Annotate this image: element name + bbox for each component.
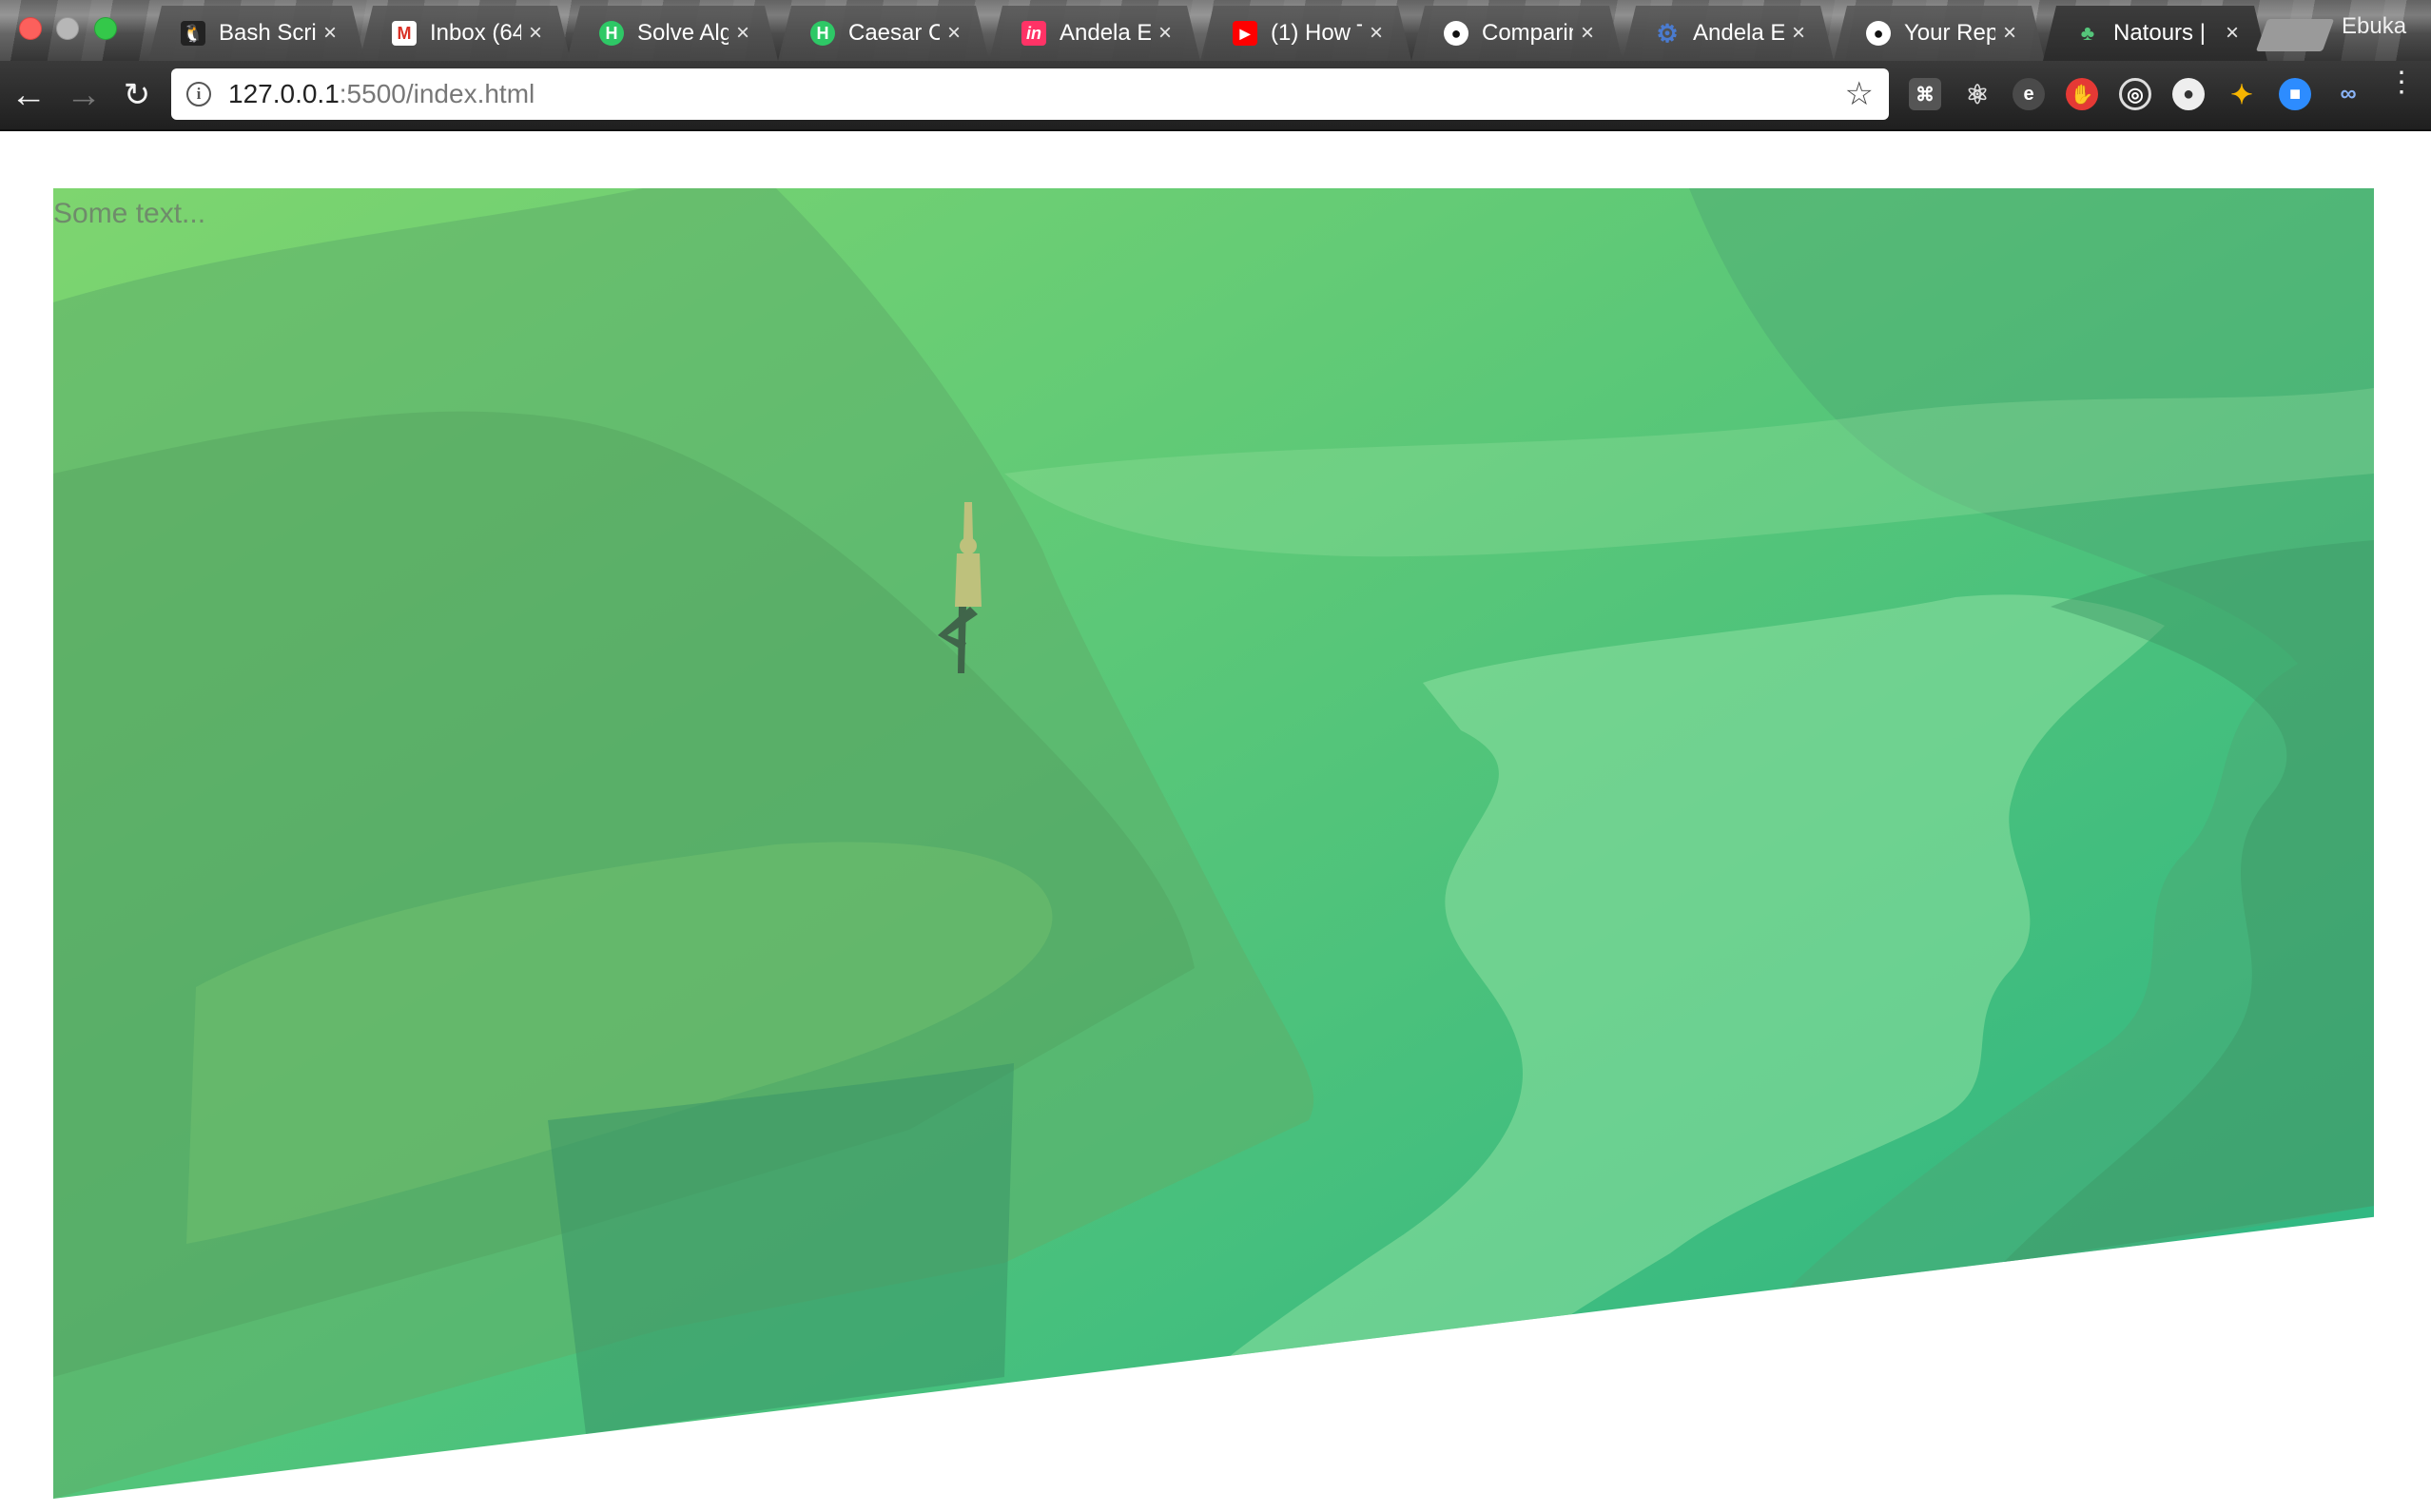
evernote-icon[interactable]: e xyxy=(2013,78,2045,110)
tab-close-icon[interactable]: × xyxy=(1158,20,1172,47)
address-bar[interactable]: i 127.0.0.1:5500/index.html ☆ xyxy=(171,68,1889,120)
url-text[interactable]: 127.0.0.1:5500/index.html xyxy=(228,79,535,109)
tab-bash-scripting[interactable]: 🐧 Bash Scri × xyxy=(148,6,365,61)
tab-close-icon[interactable]: × xyxy=(1581,20,1594,47)
github-icon: ● xyxy=(1866,21,1891,46)
bookmark-star-icon[interactable]: ☆ xyxy=(1845,75,1874,113)
tab-your-repo[interactable]: ● Your Repo × xyxy=(1834,6,2045,61)
tab-title: Natours | xyxy=(2113,20,2206,46)
tab-solve-algorithms[interactable]: H Solve Alg × xyxy=(567,6,778,61)
invision-icon: in xyxy=(1021,21,1046,46)
tab-close-icon[interactable]: × xyxy=(1370,20,1383,47)
natours-icon: ♣ xyxy=(2080,21,2095,45)
tab-title: Bash Scri xyxy=(219,20,316,46)
minimize-window-button[interactable] xyxy=(56,17,79,40)
new-tab-button[interactable] xyxy=(2255,19,2335,51)
tab-title: Andela Ea xyxy=(1060,20,1151,46)
tab-close-icon[interactable]: × xyxy=(2226,20,2239,47)
tab-andela-gear[interactable]: ⚙ Andela Ea × xyxy=(1623,6,1834,61)
tab-close-icon[interactable]: × xyxy=(947,20,961,47)
tab-title: (1) How T xyxy=(1271,20,1362,46)
tab-close-icon[interactable]: × xyxy=(323,20,337,47)
back-arrow-icon[interactable]: ← xyxy=(8,74,49,116)
tab-close-icon[interactable]: × xyxy=(1792,20,1805,47)
shield-icon[interactable]: ✋ xyxy=(2066,78,2098,110)
tab-title: Andela Ea xyxy=(1693,20,1784,46)
glasses-icon[interactable]: ∞ xyxy=(2332,78,2364,110)
tab-comparing[interactable]: ● Comparin × xyxy=(1411,6,1623,61)
tab-close-icon[interactable]: × xyxy=(2003,20,2016,47)
zoom-icon[interactable]: ■ xyxy=(2279,78,2311,110)
hackerrank-icon: H xyxy=(810,21,835,46)
tab-natours-active[interactable]: ♣ Natours | × xyxy=(2043,6,2267,61)
github-icon: ● xyxy=(1444,21,1468,46)
hero-header xyxy=(53,188,2374,1499)
tab-strip: 🐧 Bash Scri × M Inbox (64 × H Solve Alg … xyxy=(0,0,2431,61)
gmail-icon: M xyxy=(392,21,417,46)
tab-close-icon[interactable]: × xyxy=(736,20,749,47)
react-icon[interactable]: ⚛ xyxy=(1961,78,1993,110)
youtube-icon: ▶ xyxy=(1233,21,1257,46)
maximize-window-button[interactable] xyxy=(94,17,117,40)
hero-text: Some text... xyxy=(53,198,206,229)
tab-title: Your Repo xyxy=(1904,20,1995,46)
opera-icon[interactable]: ● xyxy=(2172,78,2205,110)
gear-icon: ⚙ xyxy=(1656,18,1679,48)
forward-arrow-icon[interactable]: → xyxy=(63,74,105,116)
tab-andela-invision[interactable]: in Andela Ea × xyxy=(989,6,1200,61)
url-host: 127.0.0.1 xyxy=(228,79,340,108)
linux-penguin-icon: 🐧 xyxy=(181,21,205,46)
tab-close-icon[interactable]: × xyxy=(529,20,542,47)
reload-icon[interactable]: ↻ xyxy=(116,74,158,116)
pinwheel-icon[interactable]: ✦ xyxy=(2226,78,2258,110)
info-icon[interactable]: i xyxy=(186,82,211,107)
url-path: :5500/index.html xyxy=(339,79,535,108)
target-icon[interactable]: ◎ xyxy=(2119,78,2151,110)
hackerrank-icon: H xyxy=(599,21,624,46)
more-menu-icon[interactable]: ⋮ xyxy=(2387,68,2416,97)
tab-title: Solve Alg xyxy=(637,20,729,46)
tab-title: Comparin xyxy=(1482,20,1573,46)
tab-title: Inbox (64 xyxy=(430,20,521,46)
close-window-button[interactable] xyxy=(19,17,42,40)
tab-caesar-cipher[interactable]: H Caesar Ci × xyxy=(778,6,989,61)
hero-background-image xyxy=(53,188,2374,1499)
tab-youtube[interactable]: ▶ (1) How T × xyxy=(1200,6,1411,61)
profile-name[interactable]: Ebuka xyxy=(2342,13,2406,40)
tab-inbox[interactable]: M Inbox (64 × xyxy=(360,6,571,61)
translate-icon[interactable]: ⌘ xyxy=(1909,78,1941,110)
tab-title: Caesar Ci xyxy=(848,20,940,46)
